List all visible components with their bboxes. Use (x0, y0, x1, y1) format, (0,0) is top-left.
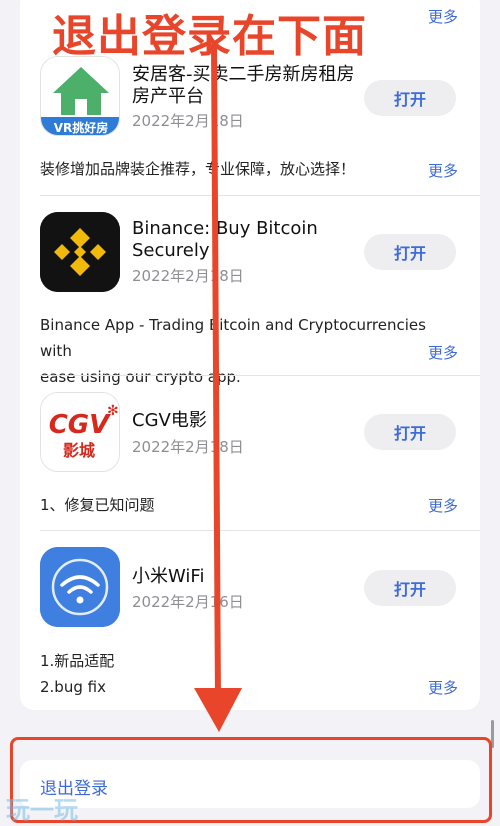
annotation-highlight-box (10, 737, 492, 823)
watermark: 玩一玩 (6, 796, 78, 824)
annotation-arrow-icon (194, 43, 242, 732)
